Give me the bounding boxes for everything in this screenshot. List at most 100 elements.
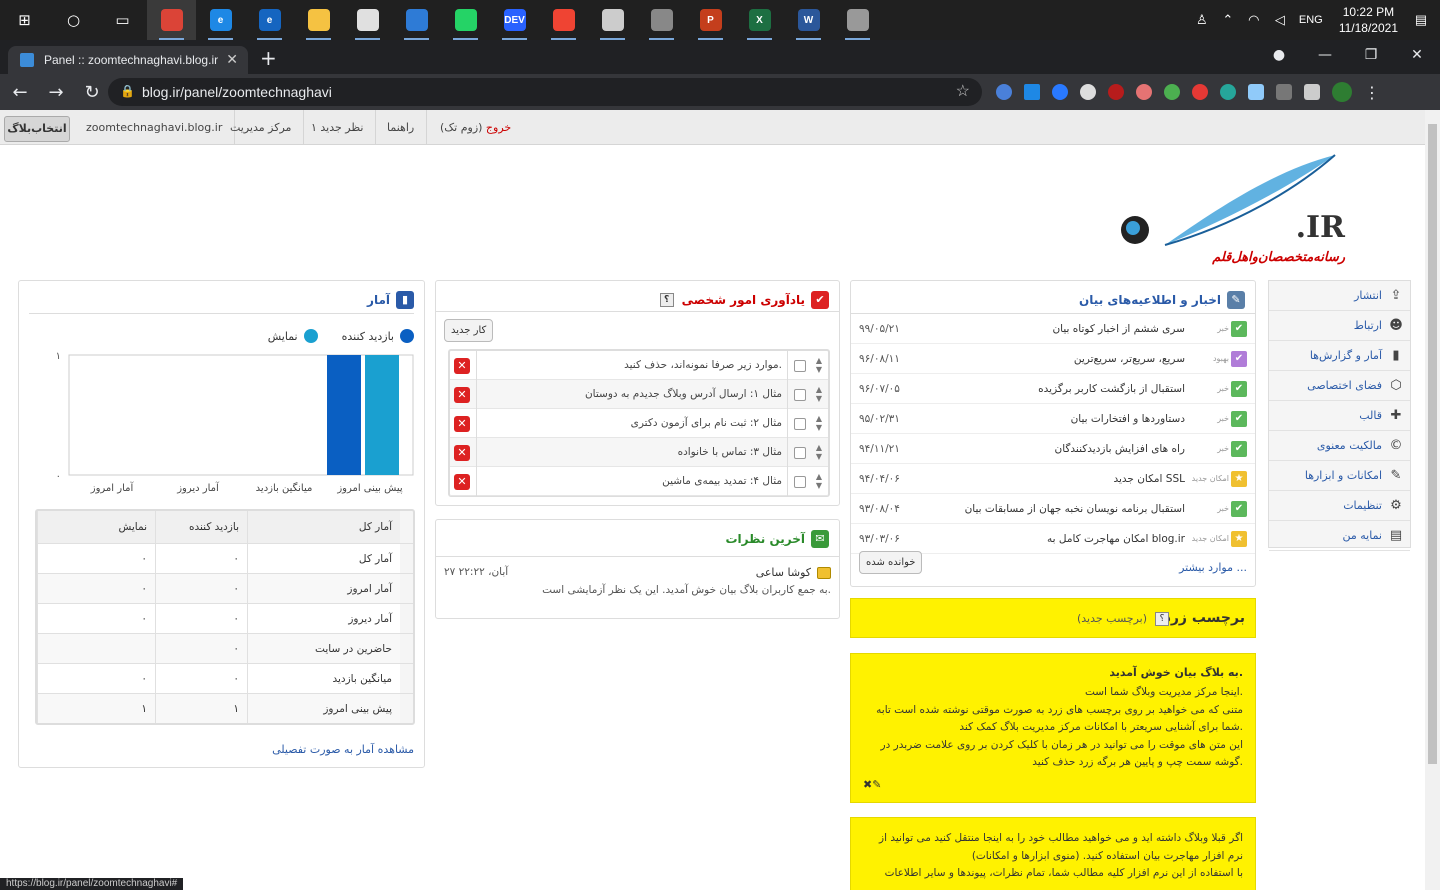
detailed-stats-link[interactable]: مشاهده آمار به صورت تفصیلی: [272, 743, 414, 756]
sidebar-item-profile[interactable]: نمایه من ▤: [1269, 521, 1410, 551]
help-link[interactable]: راهنما: [375, 110, 428, 145]
taskbar-app-edge[interactable]: e: [196, 0, 245, 40]
delete-icon[interactable]: ✕: [454, 358, 470, 374]
news-item[interactable]: ۹۴/۰۴/۰۶ امکان جدید SSL امکان جدید ★: [851, 464, 1255, 494]
taskbar-app-mail[interactable]: [392, 0, 441, 40]
help-icon[interactable]: ؟: [1155, 612, 1169, 626]
news-item[interactable]: ۹۵/۰۲/۳۱ دستاوردها و افتخارات بیان خبر ✔: [851, 404, 1255, 434]
news-title-link[interactable]: سری ششم از اخبار کوتاه بیان: [1052, 323, 1185, 335]
forward-icon[interactable]: →: [40, 82, 72, 103]
sidebar-item-publish[interactable]: انتشار ⇪: [1269, 281, 1410, 311]
sidebar-item-stats[interactable]: آمار و گزارش‌ها ▮: [1269, 341, 1410, 371]
todo-text[interactable]: مثال ۴: تمدید بیمه‌ی ماشین: [662, 475, 782, 487]
reorder-handle-icon[interactable]: ▲ ▼: [816, 414, 822, 432]
mark-read-button[interactable]: خوانده شده: [859, 551, 923, 574]
sidebar-item-template[interactable]: قالب ✚: [1269, 401, 1410, 431]
sidebar-item-tools[interactable]: امکانات و ابزارها ✎: [1269, 461, 1410, 491]
taskbar-app-excel[interactable]: X: [735, 0, 784, 40]
extension-icon[interactable]: [1220, 84, 1236, 100]
back-icon[interactable]: ←: [4, 82, 36, 103]
people-icon[interactable]: ♙: [1189, 12, 1215, 28]
scrollbar-thumb[interactable]: [1428, 124, 1437, 764]
new-tab-icon[interactable]: +: [260, 46, 277, 70]
address-bar[interactable]: 🔒 blog.ir/panel/zoomtechnaghavi ☆: [108, 78, 982, 106]
extension-icon[interactable]: [1108, 84, 1124, 100]
extension-icon[interactable]: [1080, 84, 1096, 100]
delete-icon[interactable]: ✕: [454, 387, 470, 403]
extension-icon[interactable]: [1052, 84, 1068, 100]
extension-icon[interactable]: [1136, 84, 1152, 100]
taskbar-app-store[interactable]: [343, 0, 392, 40]
extension-icon[interactable]: [1248, 84, 1264, 100]
taskbar-app-anydesk[interactable]: [539, 0, 588, 40]
new-task-button[interactable]: کار جدید: [444, 319, 494, 342]
news-item[interactable]: ۹۶/۰۸/۱۱ سریع، سریع‌تر، سریع‌ترین بهبود ✔: [851, 344, 1255, 374]
todo-text[interactable]: موارد زیر صرفا نمونه‌اند، حذف کنید.: [624, 359, 782, 371]
news-title-link[interactable]: راه های افزایش بازدیدکنندگان: [1055, 443, 1185, 455]
taskbar-app-app-a[interactable]: [588, 0, 637, 40]
help-icon[interactable]: ؟: [659, 293, 674, 307]
more-news-link[interactable]: موارد بیشتر ...: [1179, 561, 1247, 574]
reload-icon[interactable]: ↻: [76, 82, 108, 103]
news-title-link[interactable]: دستاوردها و افتخارات بیان: [1071, 413, 1185, 425]
delete-icon[interactable]: ✕: [454, 416, 470, 432]
blog-domain-link[interactable]: zoomtechnaghavi.blog.ir: [74, 110, 236, 145]
avatar[interactable]: [1332, 82, 1352, 102]
language-indicator[interactable]: ENG: [1293, 14, 1329, 26]
extension-icon[interactable]: [1192, 84, 1208, 100]
new-tag-label[interactable]: (برچسب جدید): [1077, 612, 1147, 625]
reorder-handle-icon[interactable]: ▲ ▼: [816, 472, 822, 490]
todo-checkbox[interactable]: [794, 447, 806, 459]
todo-checkbox[interactable]: [794, 360, 806, 372]
news-title-link[interactable]: امکان جدید SSL: [1113, 473, 1185, 485]
sidebar-item-contact[interactable]: ارتباط ☻: [1269, 311, 1410, 341]
sidebar-item-settings[interactable]: تنظیمات ⚙: [1269, 491, 1410, 521]
extension-icon[interactable]: [1024, 84, 1040, 100]
select-blog-button[interactable]: انتخاب‌بلاگ: [4, 116, 70, 142]
news-title-link[interactable]: امکان مهاجرت کامل به blog.ir: [1047, 533, 1185, 545]
chevron-up-icon[interactable]: ⌃: [1215, 12, 1241, 28]
taskbar-app-dev[interactable]: DEV: [490, 0, 539, 40]
todo-checkbox[interactable]: [794, 418, 806, 430]
taskbar-app-word[interactable]: W: [784, 0, 833, 40]
clock[interactable]: 10:22 PM 11/18/2021: [1339, 4, 1398, 36]
extension-icon[interactable]: [1276, 84, 1292, 100]
browser-tab[interactable]: Panel :: zoomtechnaghavi.blog.ir ✕: [8, 46, 248, 74]
menu-icon[interactable]: ⋮: [1364, 83, 1380, 102]
taskbar-app-ie[interactable]: e: [245, 0, 294, 40]
new-comment-link[interactable]: ۱ نظر جدید: [299, 110, 377, 145]
todo-checkbox[interactable]: [794, 389, 806, 401]
taskbar-app-whatsapp[interactable]: [441, 0, 490, 40]
sidebar-item-copyright[interactable]: مالکیت معنوی ©: [1269, 431, 1410, 461]
todo-text[interactable]: مثال ۲: ثبت نام برای آزمون دکتری: [631, 417, 782, 429]
taskbar-app-app-b[interactable]: [637, 0, 686, 40]
lock-icon[interactable]: 🔒: [120, 84, 135, 98]
notifications-icon[interactable]: ▤: [1408, 12, 1434, 28]
news-item[interactable]: ۹۳/۰۸/۰۴ استقبال برنامه نویسان نخبه جهان …: [851, 494, 1255, 524]
news-title-link[interactable]: استقبال از بازگشت کاربر برگزیده: [1038, 383, 1185, 395]
close-window-icon[interactable]: ✕: [1394, 40, 1440, 74]
reorder-handle-icon[interactable]: ▲ ▼: [816, 356, 822, 374]
news-item[interactable]: ۹۴/۱۱/۲۱ راه های افزایش بازدیدکنندگان خبر ✔: [851, 434, 1255, 464]
task-view-icon[interactable]: ▭: [98, 0, 147, 40]
delete-icon[interactable]: ✕: [454, 474, 470, 490]
wifi-icon[interactable]: ◠: [1241, 12, 1267, 28]
close-tab-icon[interactable]: ✕: [226, 51, 238, 68]
reorder-handle-icon[interactable]: ▲ ▼: [816, 385, 822, 403]
maximize-icon[interactable]: ❐: [1348, 40, 1394, 74]
logout-link[interactable]: خروج (زوم تک): [428, 110, 523, 145]
news-item[interactable]: ۹۳/۰۳/۰۶ امکان مهاجرت کامل به blog.ir امکا…: [851, 524, 1255, 554]
taskbar-app-explorer[interactable]: [294, 0, 343, 40]
todo-checkbox[interactable]: [794, 476, 806, 488]
bookmark-star-icon[interactable]: ☆: [956, 81, 970, 101]
minimize-icon[interactable]: —: [1302, 40, 1348, 74]
windows-start-icon[interactable]: ⊞: [0, 0, 49, 40]
delete-icon[interactable]: ✕: [454, 445, 470, 461]
todo-text[interactable]: مثال ۳: تماس با خانواده: [678, 446, 782, 458]
volume-icon[interactable]: ◁: [1267, 12, 1293, 28]
news-title-link[interactable]: سریع، سریع‌تر، سریع‌ترین: [1074, 353, 1185, 365]
sidebar-item-space[interactable]: فضای اختصاصی ⬡: [1269, 371, 1410, 401]
taskbar-app-powerpoint[interactable]: P: [686, 0, 735, 40]
reorder-handle-icon[interactable]: ▲ ▼: [816, 443, 822, 461]
close-note-icon[interactable]: ✖✎: [863, 778, 881, 791]
